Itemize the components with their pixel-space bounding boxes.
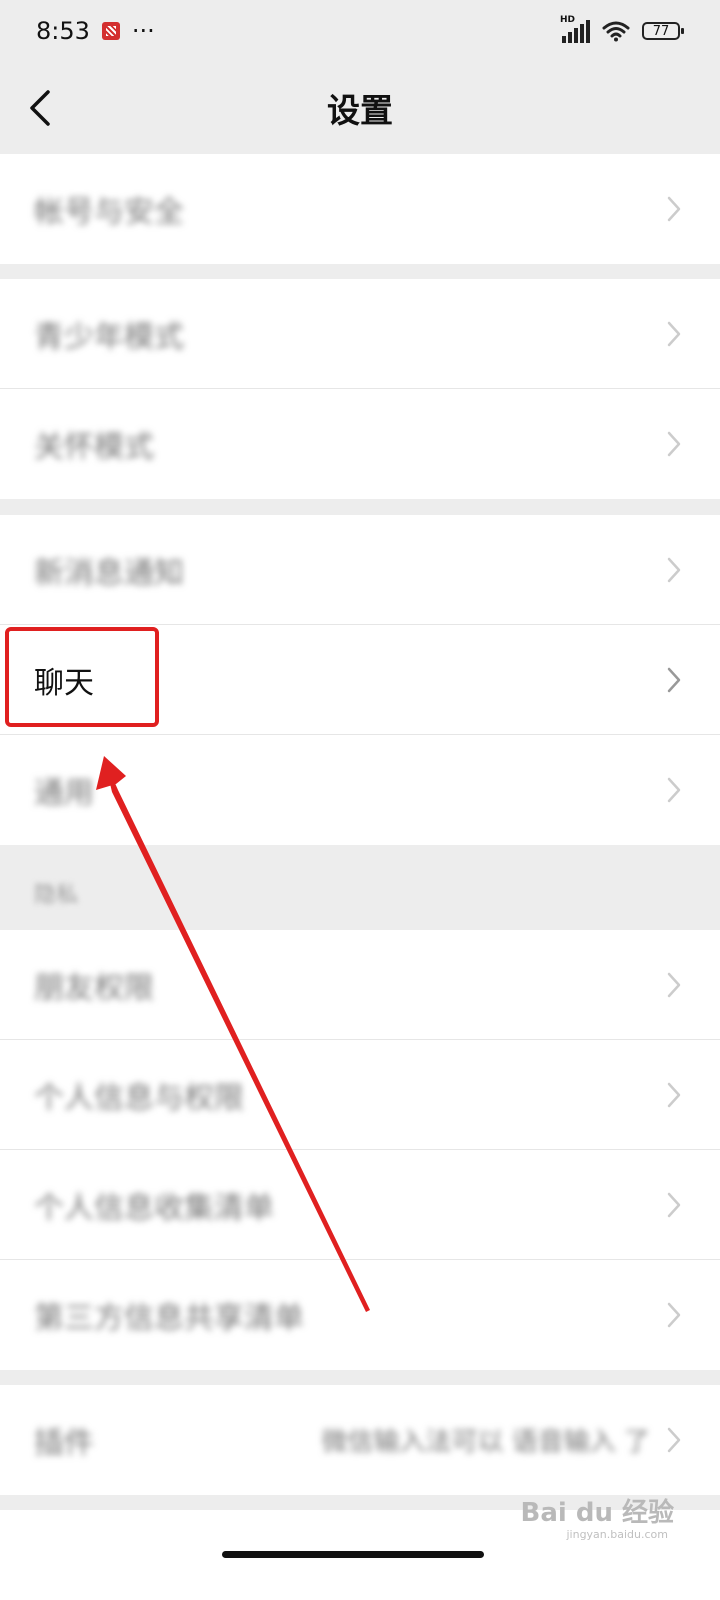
settings-row-account-security[interactable]: 帐号与安全 xyxy=(0,154,720,264)
settings-row-third-party-sharing-list[interactable]: 第三方信息共享清单 xyxy=(0,1260,720,1370)
settings-group-privacy: 朋友权限 个人信息与权限 个人信息收集清单 第三方信息共享清单 xyxy=(0,930,720,1370)
status-time: 8:53 xyxy=(36,17,90,45)
settings-group-modes: 青少年模式 关怀模式 xyxy=(0,279,720,499)
nav-bar: 设置 xyxy=(0,62,720,154)
chevron-right-icon xyxy=(666,776,682,804)
row-label: 个人信息与权限 xyxy=(34,1080,244,1116)
chevron-right-icon xyxy=(666,430,682,458)
settings-row-friend-permissions[interactable]: 朋友权限 xyxy=(0,930,720,1040)
chevron-right-icon xyxy=(666,1426,682,1454)
settings-group-account: 帐号与安全 xyxy=(0,154,720,264)
row-label: 青少年模式 xyxy=(34,319,184,355)
settings-group-general: 新消息通知 聊天 通用 xyxy=(0,515,720,845)
chevron-right-icon xyxy=(666,1301,682,1329)
row-label: 关怀模式 xyxy=(34,430,154,465)
settings-group-plugins: 插件 微信输入法可以 语音输入 了 xyxy=(0,1385,720,1495)
row-label: 个人信息收集清单 xyxy=(34,1190,274,1226)
row-label: 帐号与安全 xyxy=(34,195,184,230)
chevron-right-icon xyxy=(666,666,682,694)
chevron-right-icon xyxy=(666,556,682,584)
settings-row-info-collection-list[interactable]: 个人信息收集清单 xyxy=(0,1150,720,1260)
row-value: 微信输入法可以 语音输入 了 xyxy=(321,1427,650,1458)
settings-row-personal-info-permissions[interactable]: 个人信息与权限 xyxy=(0,1040,720,1150)
row-label: 通用 xyxy=(34,776,94,811)
section-header-privacy: 隐私 xyxy=(34,883,79,908)
chevron-right-icon xyxy=(666,971,682,999)
settings-row-youth-mode[interactable]: 青少年模式 xyxy=(0,279,720,389)
app-notification-icon xyxy=(101,22,120,40)
row-label: 新消息通知 xyxy=(34,555,184,591)
chevron-right-icon xyxy=(666,1191,682,1219)
page-title: 设置 xyxy=(327,91,393,130)
baidu-watermark: Bai du 经验 xyxy=(520,1498,675,1528)
row-label: 朋友权限 xyxy=(34,970,154,1006)
chevron-right-icon xyxy=(666,1081,682,1109)
signal-icon: HD xyxy=(560,15,590,43)
settings-row-chat[interactable]: 聊天 xyxy=(0,625,720,735)
settings-row-care-mode[interactable]: 关怀模式 xyxy=(0,389,720,499)
battery-level: 77 xyxy=(652,23,670,39)
chevron-right-icon xyxy=(666,195,682,223)
more-notifications-icon: ··· xyxy=(131,17,155,45)
row-label-chat: 聊天 xyxy=(34,665,94,701)
settings-row-notifications[interactable]: 新消息通知 xyxy=(0,515,720,625)
chevron-right-icon xyxy=(666,320,682,348)
settings-row-plugins[interactable]: 插件 微信输入法可以 语音输入 了 xyxy=(0,1385,720,1495)
status-bar: 8:53 ··· HD 77 xyxy=(0,0,720,62)
home-indicator[interactable] xyxy=(222,1551,484,1558)
wifi-icon xyxy=(602,21,630,42)
row-label: 第三方信息共享清单 xyxy=(34,1301,304,1336)
battery-icon: 77 xyxy=(642,22,684,40)
settings-row-general[interactable]: 通用 xyxy=(0,735,720,845)
baidu-watermark-url: jingyan.baidu.com xyxy=(566,1528,668,1541)
row-label: 插件 xyxy=(34,1426,94,1461)
